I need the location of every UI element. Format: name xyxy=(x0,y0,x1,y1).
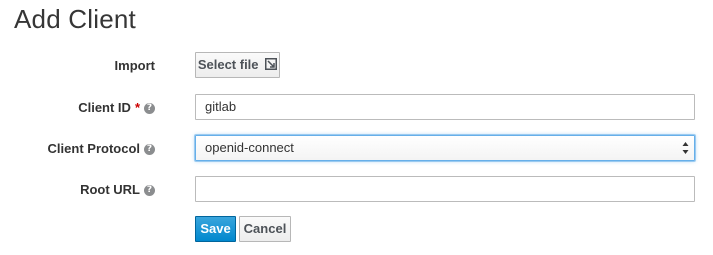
import-label-text: Import xyxy=(114,58,155,73)
client-id-label: Client ID * ? xyxy=(78,94,155,122)
client-protocol-select[interactable]: openid-connect xyxy=(195,135,695,161)
client-protocol-selected: openid-connect xyxy=(205,140,294,155)
root-url-label: Root URL ? xyxy=(80,176,155,204)
client-id-input[interactable]: gitlab xyxy=(195,94,695,120)
client-protocol-row: Client Protocol ? openid-connect xyxy=(0,135,713,163)
select-file-button[interactable]: Select file xyxy=(195,52,280,78)
page-title: Add Client xyxy=(14,4,136,34)
save-button[interactable]: Save xyxy=(195,216,236,242)
root-url-row: Root URL ? xyxy=(0,176,713,204)
required-marker: * xyxy=(134,100,140,115)
select-updown-icon xyxy=(682,142,689,154)
select-file-label: Select file xyxy=(197,57,259,72)
client-id-row: Client ID * ? gitlab xyxy=(0,94,713,122)
help-icon[interactable]: ? xyxy=(144,143,155,155)
help-icon[interactable]: ? xyxy=(144,102,155,114)
client-protocol-label-text: Client Protocol xyxy=(47,141,140,156)
add-client-page: Add Client Import Select file Client ID … xyxy=(0,0,713,255)
import-row: Import Select file xyxy=(0,52,713,80)
root-url-input[interactable] xyxy=(195,176,695,202)
client-protocol-label: Client Protocol ? xyxy=(48,135,155,163)
file-import-icon xyxy=(265,58,278,71)
root-url-label-text: Root URL xyxy=(80,182,140,197)
cancel-button[interactable]: Cancel xyxy=(239,216,291,242)
help-icon[interactable]: ? xyxy=(144,184,155,196)
import-label: Import xyxy=(115,52,155,80)
form-actions: Save Cancel xyxy=(0,216,713,244)
client-id-label-text: Client ID xyxy=(78,100,131,115)
